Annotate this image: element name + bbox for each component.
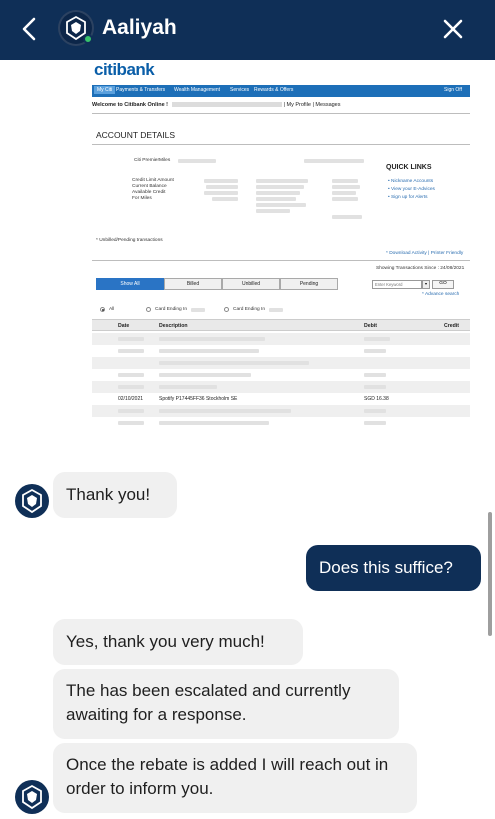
table-row xyxy=(92,357,470,369)
filter-card1-radio[interactable] xyxy=(146,307,151,312)
quick-links-title: QUICK LINKS xyxy=(386,164,432,171)
citibank-logo: citibank xyxy=(94,60,155,79)
contact-name: Aaliyah xyxy=(102,16,177,39)
summary-label: Credit Limit Amount xyxy=(132,178,174,183)
tab-pending[interactable]: Pending xyxy=(280,278,338,290)
agent-message: Thank you! xyxy=(53,472,177,518)
showing-since: Showing Transactions Since : 24/08/2021 xyxy=(376,266,465,271)
quick-link-item[interactable]: • Nickname Accounts xyxy=(388,179,433,184)
filter-all-radio[interactable] xyxy=(100,307,105,312)
bank-nav-bar: My Citi Payments & Transfers Wealth Mana… xyxy=(92,85,470,97)
filter-card2-radio[interactable] xyxy=(224,307,229,312)
filter-card1-label: Card Ending In xyxy=(155,307,187,312)
account-details-title: ACCOUNT DETAILS xyxy=(96,130,176,140)
agent-avatar xyxy=(15,484,49,518)
tab-show-all[interactable]: Show All xyxy=(96,278,164,290)
bank-nav-item: Wealth Management xyxy=(174,87,221,93)
table-row xyxy=(92,405,470,417)
back-chevron-icon[interactable] xyxy=(18,14,42,44)
bank-nav-item: Payments & Transfers xyxy=(116,87,166,93)
chat-scrollbar[interactable] xyxy=(488,512,492,636)
crypto-lion-logo-icon xyxy=(22,784,42,810)
online-status-dot xyxy=(83,34,93,44)
summary-label: Available Credit xyxy=(132,190,166,195)
crypto-lion-logo-icon xyxy=(22,488,42,514)
keyword-dropdown-icon[interactable]: ▾ xyxy=(422,280,430,289)
bank-nav-item: Sign Off xyxy=(444,87,462,93)
bank-nav-item: My Citi xyxy=(94,86,116,94)
quick-link-item[interactable]: • View your E-Advices xyxy=(388,187,435,192)
table-row: 02/10/2021 Spotify P17445FF36 Stockholm … xyxy=(118,396,389,402)
keyword-input[interactable]: Enter Keyword xyxy=(372,280,422,289)
agent-message: The has been escalated and currently awa… xyxy=(53,669,399,739)
table-row xyxy=(92,345,470,357)
advance-search-link[interactable]: * Advance search xyxy=(422,292,459,297)
go-button[interactable]: GO xyxy=(432,280,454,289)
filter-all-label: All xyxy=(109,307,115,312)
welcome-line: Welcome to Citibank Online ! | My Profil… xyxy=(92,102,470,108)
table-row xyxy=(92,381,470,393)
table-row xyxy=(92,333,470,345)
agent-message: Once the rebate is added I will reach ou… xyxy=(53,743,417,813)
tab-unbilled[interactable]: Unbilled xyxy=(222,278,280,290)
transactions-table-header: Date Description Debit Credit xyxy=(92,319,470,331)
filter-card2-label: Card Ending In xyxy=(233,307,265,312)
bank-nav-item: Rewards & Offers xyxy=(254,87,294,93)
agent-message: Yes, thank you very much! xyxy=(53,619,303,665)
close-icon[interactable] xyxy=(440,16,466,42)
chat-header: Aaliyah xyxy=(0,0,495,60)
agent-avatar xyxy=(15,780,49,814)
summary-label: For Miles xyxy=(132,196,152,201)
table-row xyxy=(92,417,470,429)
welcome-text: Welcome to Citibank Online ! xyxy=(92,102,168,108)
unbilled-note: * Unbilled/Pending transactions xyxy=(96,238,163,243)
statement-screenshot-image[interactable]: citibank My Citi Payments & Transfers We… xyxy=(86,60,476,448)
quick-link-item[interactable]: • Sign up for Alerts xyxy=(388,195,428,200)
profile-links: | My Profile | Messages xyxy=(283,102,341,108)
summary-label: Current Balance xyxy=(132,184,167,189)
table-row xyxy=(92,369,470,381)
user-message: Does this suffice? xyxy=(306,545,481,591)
card-name: Citi PremierMiles xyxy=(134,158,171,163)
bank-nav-item: Services xyxy=(230,87,250,93)
download-links[interactable]: * Download Activity | Printer Friendly xyxy=(386,251,463,256)
tab-billed[interactable]: Billed xyxy=(164,278,222,290)
